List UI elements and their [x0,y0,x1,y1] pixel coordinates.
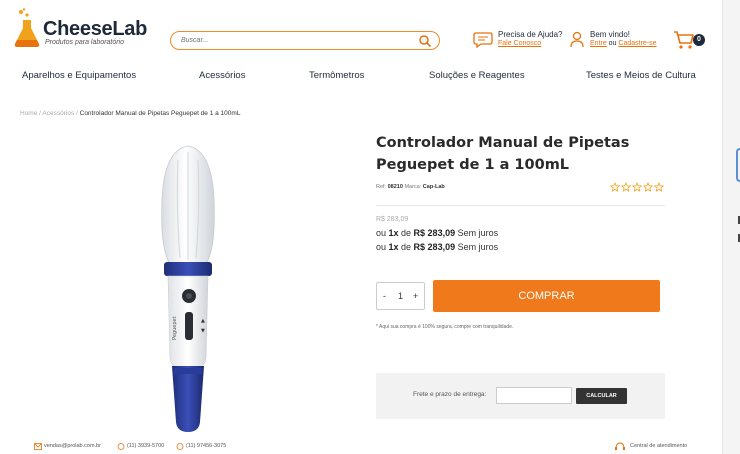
page: CheeseLab Produtos para laboratório Prec… [0,0,722,454]
welcome-text: Bem vindo! [590,30,631,39]
calculate-shipping-button[interactable]: CALCULAR [576,388,627,404]
breadcrumb: Home / Acessórios / Controlador Manual d… [20,110,240,117]
headset-icon [615,442,625,450]
search-input[interactable] [181,34,411,47]
login-link[interactable]: Entre [590,40,607,47]
side-panel-tab[interactable] [736,148,740,182]
footer-email[interactable]: vendas@prolab.com.br [44,443,101,449]
installment-line: ou 1x de R$ 283,09 Sem juros [376,242,498,252]
ref-label: Ref: [376,184,387,190]
brand-logo[interactable]: CheeseLab Produtos para laboratório [12,8,147,48]
svg-text:▲: ▲ [201,318,205,324]
help-title: Precisa de Ajuda? [498,30,563,39]
quantity-value[interactable]: 1 [398,291,403,301]
contact-link[interactable]: Fale Conosco [498,40,541,47]
price-divider [376,205,665,206]
nav-item-testes[interactable]: Testes e Meios de Cultura [586,70,696,81]
old-price: R$ 283,09 [376,216,409,223]
product-title: Controlador Manual de Pipetas Peguepet d… [376,135,630,173]
brand-label: Marca: [404,184,422,190]
installment-mid: de [398,242,414,252]
quantity-stepper: - 1 + [376,282,425,310]
installment-line: ou 1x de R$ 283,09 Sem juros [376,228,498,238]
footer-support[interactable]: Central de atendimento [630,443,687,449]
product-meta: Ref: 08210 Marca: Cap-Lab [376,184,445,190]
installment-suffix: Sem juros [455,242,499,252]
installment-prefix: ou [376,242,389,252]
email-icon [34,443,42,450]
installment-price: R$ 283,09 [413,242,456,252]
search-bar [170,31,440,50]
user-icon [570,31,584,48]
shipping-box: Frete e prazo de entrega: CALCULAR [376,373,665,419]
flask-logo-icon [14,8,40,47]
register-link[interactable]: Cadastre-se [618,40,656,47]
installment-prefix: ou [376,228,389,238]
side-panel-edge [722,0,740,454]
contact-footer: vendas@prolab.com.br (11) 3939-5700 (11)… [0,440,722,454]
cart-button[interactable]: 0 [673,29,707,51]
footer-phone[interactable]: (11) 3939-5700 [127,443,164,449]
footer-whatsapp[interactable]: (11) 97456-3075 [186,443,226,449]
breadcrumb-current: Controlador Manual de Pipetas Peguepet d… [79,110,241,117]
breadcrumb-home[interactable]: Home [20,110,37,117]
nav-item-aparelhos[interactable]: Aparelhos e Equipamentos [22,70,136,81]
nav-item-acessorios[interactable]: Acessórios [199,70,245,81]
zip-code-input[interactable] [496,387,572,404]
cart-count-badge: 0 [693,34,705,46]
main-nav: Aparelhos e Equipamentos Acessórios Term… [0,70,722,86]
installment-suffix: Sem juros [455,228,499,238]
search-icon[interactable] [418,34,432,48]
secure-note: * Aqui sua compra é 100% segura, compre … [376,324,514,330]
rating-stars[interactable] [610,182,664,192]
shipping-label: Frete e prazo de entrega: [413,391,487,398]
nav-item-termometros[interactable]: Termômetros [309,70,364,81]
quantity-plus-button[interactable]: + [413,291,418,301]
account-links: Entre ou Cadastre-se [590,40,657,47]
quantity-minus-button[interactable]: - [383,291,386,301]
installment-times: 1x [388,228,399,238]
brand-tagline: Produtos para laboratório [45,39,124,46]
breadcrumb-category[interactable]: Acessórios [42,110,74,117]
cart-icon [674,31,694,49]
svg-text:▼: ▼ [201,328,205,334]
buy-button[interactable]: COMPRAR [433,280,660,312]
phone-icon [117,443,125,450]
brand-value: Cap-Lab [422,184,445,190]
ref-value: 08210 [387,184,403,190]
account-separator: ou [606,40,619,47]
svg-text:Peguepet: Peguepet [172,316,178,340]
installment-price: R$ 283,09 [413,228,456,238]
nav-item-solucoes[interactable]: Soluções e Reagentes [429,70,525,81]
chat-help-icon [473,32,493,48]
whatsapp-icon [176,443,184,450]
brand-name: CheeseLab [43,18,148,40]
installment-times: 1x [388,242,399,252]
installment-mid: de [398,228,414,238]
product-image[interactable]: ▲ ▼ Peguepet [150,140,226,440]
